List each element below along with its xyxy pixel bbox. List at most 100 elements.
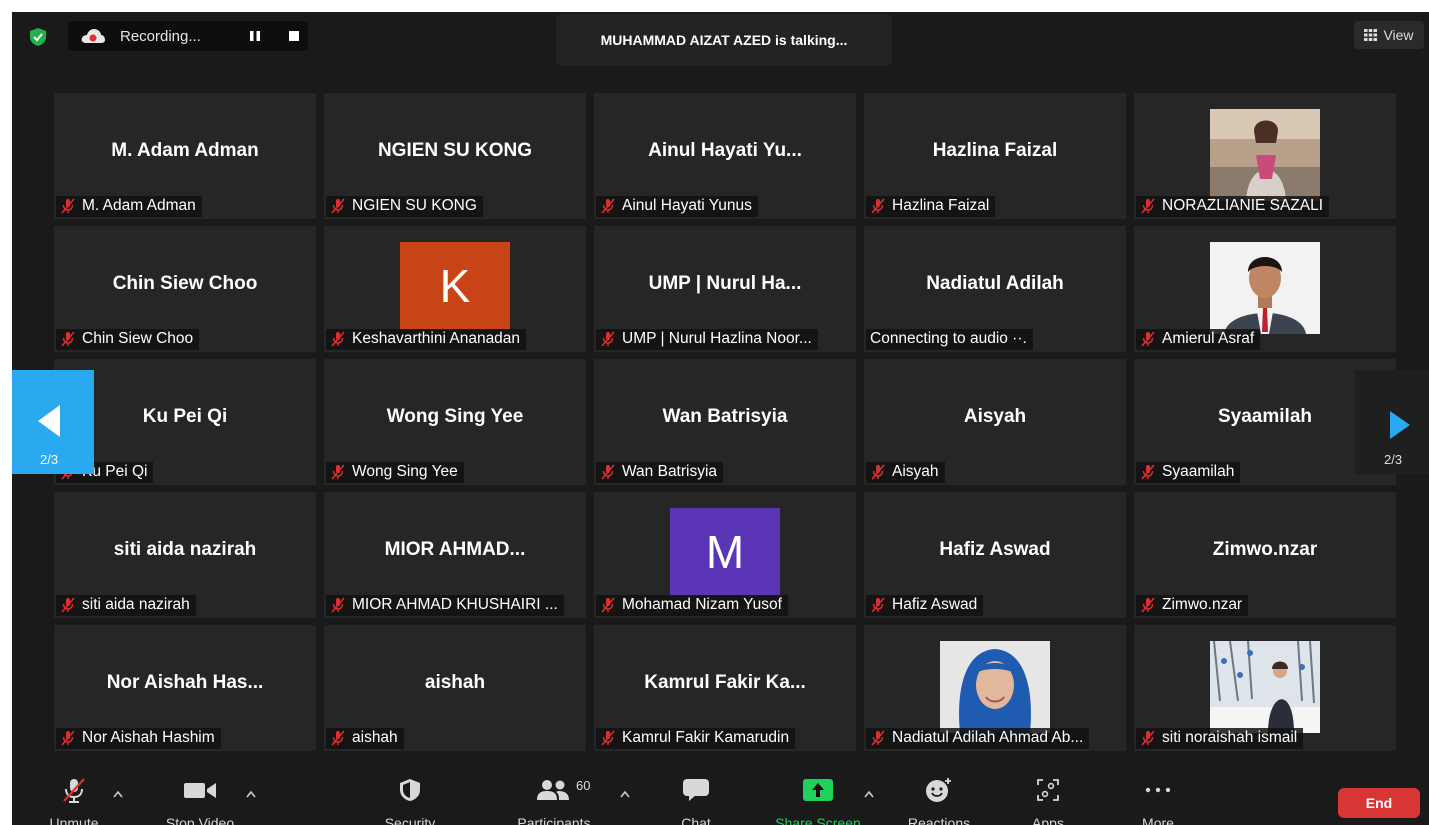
muted-microphone-icon	[331, 730, 345, 746]
unmute-button[interactable]: Unmute	[42, 777, 106, 825]
encryption-shield-icon[interactable]	[29, 27, 47, 47]
participant-tile[interactable]: K Keshavarthini Ananadan	[324, 226, 586, 352]
reactions-button[interactable]: Reactions	[900, 777, 978, 825]
participant-name-label: Hafiz Aswad	[866, 595, 984, 616]
security-label: Security	[384, 815, 436, 825]
participant-name-text: Hazlina Faizal	[892, 197, 990, 214]
participant-tile[interactable]: Nor Aishah Has... Nor Aishah Hashim	[54, 625, 316, 751]
participant-tile[interactable]: Kamrul Fakir Ka... Kamrul Fakir Kamarudin	[594, 625, 856, 751]
more-button[interactable]: More	[1130, 777, 1186, 825]
participant-count: 60	[576, 778, 591, 793]
participant-name-label: aishah	[326, 728, 404, 749]
apps-label: Apps	[1032, 815, 1064, 825]
participant-name-text: Wan Batrisyia	[622, 463, 718, 480]
muted-microphone-icon	[871, 730, 885, 746]
muted-microphone-icon	[871, 464, 885, 480]
stop-video-button[interactable]: Stop Video	[157, 777, 243, 825]
participant-name-label: Hazlina Faizal	[866, 196, 996, 217]
participant-display-name: Ainul Hayati Yu...	[648, 140, 802, 161]
stop-recording-icon[interactable]	[288, 30, 300, 42]
participant-display-name: Hafiz Aswad	[939, 539, 1051, 560]
share-screen-label: Share Screen	[775, 815, 861, 825]
chat-bubble-icon	[683, 779, 709, 801]
participant-name-text: siti aida nazirah	[82, 596, 190, 613]
participant-display-name: Hazlina Faizal	[932, 140, 1058, 161]
participant-tile[interactable]: Ainul Hayati Yu... Ainul Hayati Yunus	[594, 93, 856, 219]
participant-name-label: Aisyah	[866, 462, 945, 483]
profile-photo	[940, 641, 1050, 733]
share-options-chevron-icon[interactable]	[864, 790, 874, 798]
more-dots-icon	[1145, 787, 1171, 793]
active-speaker-banner: MUHAMMAD AIZAT AZED is talking...	[556, 14, 892, 66]
participant-name-text: Mohamad Nizam Yusof	[622, 596, 782, 613]
previous-page-button[interactable]: 2/3	[12, 370, 94, 474]
participant-tile[interactable]: M. Adam Adman M. Adam Adman	[54, 93, 316, 219]
participant-tile[interactable]: siti aida nazirah siti aida nazirah	[54, 492, 316, 618]
video-options-chevron-icon[interactable]	[246, 790, 256, 798]
participant-name-text: Amierul Asraf	[1162, 330, 1255, 347]
muted-microphone-icon	[61, 331, 75, 347]
muted-microphone-icon	[61, 730, 75, 746]
participant-name-text: Hafiz Aswad	[892, 596, 978, 613]
participant-display-name: Nadiatul Adilah	[926, 273, 1064, 294]
view-label: View	[1383, 27, 1414, 43]
participant-tile[interactable]: M Mohamad Nizam Yusof	[594, 492, 856, 618]
video-camera-icon	[184, 783, 216, 798]
participant-name-label: NORAZLIANIE SAZALI	[1136, 196, 1330, 217]
participant-tile[interactable]: Aisyah Aisyah	[864, 359, 1126, 485]
muted-microphone-icon	[61, 198, 75, 214]
participant-tile[interactable]: UMP | Nurul Ha... UMP | Nurul Hazlina Noo…	[594, 226, 856, 352]
participant-tile[interactable]: aishah aishah	[324, 625, 586, 751]
participant-tile[interactable]: Wong Sing Yee Wong Sing Yee	[324, 359, 586, 485]
participant-name-label: Ainul Hayati Yunus	[596, 196, 758, 217]
page-indicator: 2/3	[1384, 452, 1403, 467]
participant-name-label: NGIEN SU KONG	[326, 196, 483, 217]
participant-display-name: M. Adam Adman	[111, 140, 259, 161]
muted-microphone-icon	[331, 198, 345, 214]
unmute-label: Unmute	[49, 815, 99, 825]
participant-tile[interactable]: Hazlina Faizal Hazlina Faizal	[864, 93, 1126, 219]
muted-microphone-icon	[1141, 331, 1155, 347]
muted-microphone-icon	[601, 597, 615, 613]
chat-button[interactable]: Chat	[672, 777, 720, 825]
audio-options-chevron-icon[interactable]	[113, 790, 123, 798]
participant-name-label: Wan Batrisyia	[596, 462, 724, 483]
participant-name-text: Keshavarthini Ananadan	[352, 330, 521, 347]
next-page-button[interactable]: 2/3	[1355, 370, 1429, 474]
security-button[interactable]: Security	[378, 777, 442, 825]
stop-video-label: Stop Video	[165, 815, 235, 825]
participant-tile[interactable]: NGIEN SU KONG NGIEN SU KONG	[324, 93, 586, 219]
apps-button[interactable]: Apps	[1022, 777, 1074, 825]
security-shield-icon	[400, 779, 420, 801]
participant-tile[interactable]: siti noraishah ismail	[1134, 625, 1396, 751]
participant-name-text: Nor Aishah Hashim	[82, 729, 215, 746]
participant-name-text: Chin Siew Choo	[82, 330, 194, 347]
participant-tile[interactable]: MIOR AHMAD... MIOR AHMAD KHUSHAIRI ...	[324, 492, 586, 618]
participant-tile[interactable]: Nadiatul Adilah Connecting to audio ··.	[864, 226, 1126, 352]
meeting-window: Recording... MUHAMMAD AIZAT AZED is talk…	[12, 12, 1429, 825]
pause-recording-icon[interactable]	[249, 30, 261, 42]
more-label: More	[1142, 815, 1174, 825]
participants-options-chevron-icon[interactable]	[620, 790, 630, 798]
participant-tile[interactable]: Wan Batrisyia Wan Batrisyia	[594, 359, 856, 485]
muted-microphone-icon	[331, 464, 345, 480]
participant-tile[interactable]: Nadiatul Adilah Ahmad Ab...	[864, 625, 1126, 751]
view-button[interactable]: View	[1354, 21, 1424, 49]
muted-microphone-icon	[601, 198, 615, 214]
participant-tile[interactable]: Hafiz Aswad Hafiz Aswad	[864, 492, 1126, 618]
participant-tile[interactable]: Zimwo.nzar Zimwo.nzar	[1134, 492, 1396, 618]
muted-microphone-icon	[601, 730, 615, 746]
participant-name-label: Wong Sing Yee	[326, 462, 464, 483]
muted-microphone-icon	[1141, 597, 1155, 613]
reactions-label: Reactions	[907, 815, 971, 825]
participant-tile[interactable]: Amierul Asraf	[1134, 226, 1396, 352]
share-screen-button[interactable]: Share Screen	[768, 777, 868, 825]
participant-display-name: Zimwo.nzar	[1212, 539, 1318, 560]
participant-tile[interactable]: Chin Siew Choo Chin Siew Choo	[54, 226, 316, 352]
muted-microphone-icon	[871, 597, 885, 613]
participant-tile[interactable]: NORAZLIANIE SAZALI	[1134, 93, 1396, 219]
apps-icon	[1037, 779, 1059, 801]
participant-display-name: aishah	[424, 672, 486, 693]
participant-name-label: Mohamad Nizam Yusof	[596, 595, 788, 616]
end-meeting-button[interactable]: End	[1338, 788, 1420, 818]
